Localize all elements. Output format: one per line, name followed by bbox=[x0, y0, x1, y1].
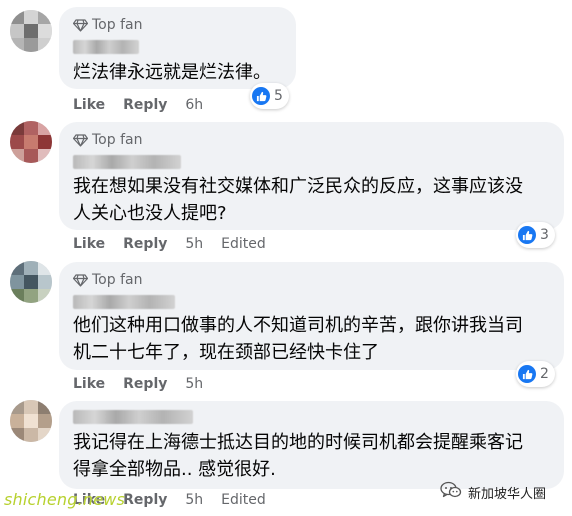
timestamp[interactable]: 5h bbox=[185, 236, 203, 252]
timestamp[interactable]: 6h bbox=[185, 97, 203, 113]
thumbs-up-icon bbox=[518, 226, 536, 244]
like-button[interactable]: Like bbox=[73, 236, 105, 252]
comment-actions: Like Reply 6h bbox=[73, 95, 221, 115]
comment-bubble: 我记得在上海德士抵达目的地的时候司机都会提醒乘客记 得拿全部物品.. 感觉很好. bbox=[59, 401, 564, 489]
avatar[interactable] bbox=[10, 121, 52, 163]
comment-bubble: Top fan 我在想如果没有社交媒体和广泛民众的反应，这事应该没 人关心也没人… bbox=[59, 122, 564, 230]
top-fan-badge: Top fan bbox=[73, 131, 142, 149]
avatar[interactable] bbox=[10, 261, 52, 303]
badge-label: Top fan bbox=[92, 17, 143, 33]
like-button[interactable]: Like bbox=[73, 97, 105, 113]
comment-text: 烂法律永远就是烂法律。 bbox=[73, 62, 271, 83]
commenter-name[interactable] bbox=[73, 40, 139, 54]
thumbs-up-icon bbox=[518, 365, 536, 383]
commenter-name[interactable] bbox=[73, 155, 181, 169]
timestamp[interactable]: 5h bbox=[185, 376, 203, 392]
reaction-count[interactable]: 2 bbox=[516, 361, 555, 387]
top-fan-badge: Top fan bbox=[73, 16, 142, 34]
reaction-count-value: 2 bbox=[540, 366, 549, 382]
reply-button[interactable]: Reply bbox=[123, 492, 167, 508]
commenter-name[interactable] bbox=[73, 410, 193, 424]
reaction-count-value: 3 bbox=[540, 227, 549, 243]
comment-text: 他们这种用口做事的人不知道司机的辛苦，跟你讲我当司 机二十七年了，现在颈部已经快… bbox=[73, 315, 523, 363]
comment-actions: Like Reply 5h Edited bbox=[73, 490, 284, 510]
like-button[interactable]: Like bbox=[73, 492, 105, 508]
reply-button[interactable]: Reply bbox=[123, 236, 167, 252]
comment-bubble: Top fan 烂法律永远就是烂法律。 bbox=[59, 7, 296, 89]
top-fan-badge: Top fan bbox=[73, 271, 142, 289]
badge-label: Top fan bbox=[92, 272, 143, 288]
timestamp[interactable]: 5h bbox=[185, 492, 203, 508]
edited-label[interactable]: Edited bbox=[221, 492, 266, 508]
diamond-icon bbox=[73, 133, 88, 147]
like-button[interactable]: Like bbox=[73, 376, 105, 392]
badge-label: Top fan bbox=[92, 132, 143, 148]
comment-text: 我在想如果没有社交媒体和广泛民众的反应，这事应该没 人关心也没人提吧? bbox=[73, 176, 523, 224]
comment-actions: Like Reply 5h bbox=[73, 374, 221, 394]
diamond-icon bbox=[73, 273, 88, 287]
avatar[interactable] bbox=[10, 10, 52, 52]
comment-actions: Like Reply 5h Edited bbox=[73, 234, 284, 254]
reaction-count[interactable]: 3 bbox=[516, 222, 555, 248]
commenter-name[interactable] bbox=[73, 295, 175, 309]
avatar[interactable] bbox=[10, 400, 52, 442]
edited-label[interactable]: Edited bbox=[221, 236, 266, 252]
diamond-icon bbox=[73, 18, 88, 32]
reply-button[interactable]: Reply bbox=[123, 97, 167, 113]
reaction-count-value: 5 bbox=[274, 88, 283, 104]
reaction-count[interactable]: 5 bbox=[250, 83, 289, 109]
comment-bubble: Top fan 他们这种用口做事的人不知道司机的辛苦，跟你讲我当司 机二十七年了… bbox=[59, 262, 564, 370]
thumbs-up-icon bbox=[252, 87, 270, 105]
comment-text: 我记得在上海德士抵达目的地的时候司机都会提醒乘客记 得拿全部物品.. 感觉很好. bbox=[73, 432, 523, 480]
reply-button[interactable]: Reply bbox=[123, 376, 167, 392]
